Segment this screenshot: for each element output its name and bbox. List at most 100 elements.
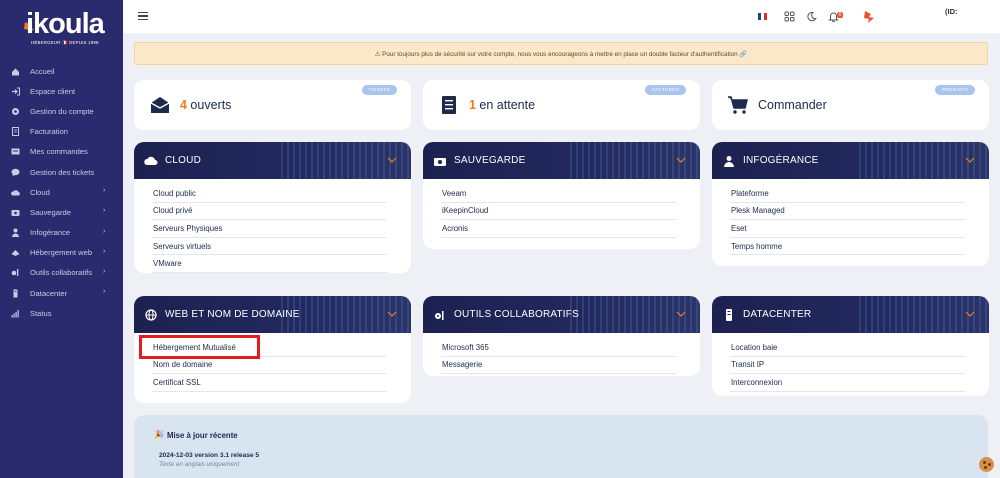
sidebar-item-espace-client[interactable]: Espace client xyxy=(0,81,123,101)
order-stat: Commander xyxy=(758,98,827,112)
sidebar-item-label: Espace client xyxy=(30,86,76,96)
card-title: INFOGÉRANCE xyxy=(743,155,819,166)
sidebar-item-label: Sauvegarde xyxy=(30,207,71,217)
envelope-icon xyxy=(150,97,170,113)
backup-icon xyxy=(434,158,446,166)
list-item[interactable]: Plateforme xyxy=(730,185,965,203)
home-icon xyxy=(12,68,19,76)
chevron-down-icon[interactable] xyxy=(387,155,397,165)
sidebar-item-mes-commandes[interactable]: Mes commandes xyxy=(0,142,123,162)
sidebar-item-gestion-des-tickets[interactable]: Gestion des tickets xyxy=(0,162,123,182)
sidebar-item-label: Facturation xyxy=(30,127,68,137)
list-item[interactable]: Eset xyxy=(730,220,965,238)
sidebar-item-status[interactable]: Status xyxy=(0,303,123,323)
invoices-card[interactable]: 1 en attente FACTURES xyxy=(423,80,700,130)
avatar[interactable] xyxy=(863,9,876,24)
list-item[interactable]: Cloud privé xyxy=(152,203,387,221)
collab-card-header[interactable]: OUTILS COLLABORATIFS xyxy=(423,296,700,333)
chevron-down-icon[interactable] xyxy=(965,155,975,165)
server-icon xyxy=(726,309,732,321)
datacenter-links: Location baie Transit IP Interconnexion xyxy=(712,333,989,392)
logo-wordmark: ikoula xyxy=(26,8,105,40)
sidebar-item-facturation[interactable]: Facturation xyxy=(0,122,123,142)
backup-card: SAUVEGARDE Veeam iKeepinCloud Acronis xyxy=(423,142,700,249)
list-item[interactable]: Serveurs Physiques xyxy=(152,220,387,238)
sidebar: ikoula HÉBERGEUR 🇫🇷 DEPUIS 1998 Accueil E… xyxy=(0,0,123,478)
sidebar-item-label: Datacenter xyxy=(30,288,68,298)
list-item[interactable]: Serveurs virtuels xyxy=(152,238,387,256)
sidebar-item-sauvegarde[interactable]: Sauvegarde › xyxy=(0,202,123,222)
sidebar-item-datacenter[interactable]: Datacenter › xyxy=(0,283,123,303)
notification-badge: 0 xyxy=(837,12,843,18)
signal-icon xyxy=(11,309,19,318)
tickets-card[interactable]: 4 ouverts TICKETS xyxy=(134,80,411,130)
sidebar-item-cloud[interactable]: Cloud › xyxy=(0,182,123,202)
card-title: WEB ET NOM DE DOMAINE xyxy=(165,309,300,320)
backup-card-header[interactable]: SAUVEGARDE xyxy=(423,142,700,179)
chevron-down-icon[interactable] xyxy=(676,309,686,319)
chevron-down-icon[interactable] xyxy=(676,155,686,165)
list-item[interactable]: Acronis xyxy=(441,220,676,238)
recent-update-panel: 🎉 Mise à jour récente 2024-12-03 version… xyxy=(134,415,988,478)
orders-icon xyxy=(11,148,20,155)
list-item[interactable]: Plesk Managed xyxy=(730,203,965,221)
invoice-icon xyxy=(12,127,19,137)
backup-icon xyxy=(11,209,20,216)
tickets-badge[interactable]: TICKETS xyxy=(361,85,397,95)
sidebar-item-hébergement-web[interactable]: Hébergement web › xyxy=(0,243,123,263)
list-item[interactable]: Interconnexion xyxy=(730,374,965,392)
card-title: SAUVEGARDE xyxy=(454,155,526,166)
hamburger-icon[interactable] xyxy=(138,12,148,20)
card-title: CLOUD xyxy=(165,155,202,166)
2fa-alert[interactable]: ⚠ Pour toujours plus de sécurité sur vot… xyxy=(134,42,988,65)
sidebar-item-infogérance[interactable]: Infogérance › xyxy=(0,223,123,243)
list-item[interactable]: Messagerie xyxy=(441,357,676,375)
french-flag-icon[interactable] xyxy=(758,13,767,20)
list-item[interactable]: Certificat SSL xyxy=(152,374,387,392)
invoices-badge[interactable]: FACTURES xyxy=(645,85,686,95)
list-item[interactable]: Nom de domaine xyxy=(152,357,387,375)
list-item[interactable]: Cloud public xyxy=(152,185,387,203)
apps-grid-icon[interactable] xyxy=(784,11,795,22)
highlight-box xyxy=(139,335,260,359)
sidebar-item-label: Mes commandes xyxy=(30,147,88,157)
chevron-right-icon: › xyxy=(103,288,106,296)
user-tie-icon xyxy=(12,228,19,238)
list-item[interactable]: Temps homme xyxy=(730,238,965,256)
cloud-card: CLOUD Cloud public Cloud privé Serveurs … xyxy=(134,142,411,273)
update-note: Texte en anglais uniquement xyxy=(159,461,240,468)
sidebar-item-outils-collaboratifs[interactable]: Outils collaboratifs › xyxy=(0,263,123,283)
list-item[interactable]: iKeepinCloud xyxy=(441,203,676,221)
list-item[interactable]: Transit IP xyxy=(730,357,965,375)
sidebar-item-label: Gestion du compte xyxy=(30,106,94,116)
cloud-card-header[interactable]: CLOUD xyxy=(134,142,411,179)
chevron-right-icon: › xyxy=(103,187,106,195)
party-icon: 🎉 xyxy=(154,430,164,439)
datacenter-card-header[interactable]: DATACENTER xyxy=(712,296,989,333)
card-title: DATACENTER xyxy=(743,309,812,320)
list-item[interactable]: Veeam xyxy=(441,185,676,203)
sidebar-item-gestion-du-compte[interactable]: Gestion du compte xyxy=(0,101,123,121)
list-item[interactable]: VMware xyxy=(152,255,387,273)
sidebar-item-label: Cloud xyxy=(30,187,50,197)
sidebar-item-label: Outils collaboratifs xyxy=(30,268,93,278)
chevron-down-icon[interactable] xyxy=(965,309,975,319)
cookie-icon[interactable] xyxy=(979,457,994,472)
chevron-right-icon: › xyxy=(103,227,106,235)
order-card[interactable]: Commander PRODUITS xyxy=(712,80,989,130)
web-domain-card-header[interactable]: WEB ET NOM DE DOMAINE xyxy=(134,296,411,333)
products-badge[interactable]: PRODUITS xyxy=(934,85,975,95)
sidebar-item-accueil[interactable]: Accueil xyxy=(0,61,123,81)
sidebar-nav: Accueil Espace client Gestion du compte Fac… xyxy=(0,61,123,323)
list-item[interactable]: Location baie xyxy=(730,339,965,357)
chat-icon xyxy=(11,168,20,177)
managed-card-header[interactable]: INFOGÉRANCE xyxy=(712,142,989,179)
list-item[interactable]: Microsoft 365 xyxy=(441,339,676,357)
invoices-stat: 1 en attente xyxy=(469,98,536,112)
tickets-stat: 4 ouverts xyxy=(180,98,232,112)
chevron-down-icon[interactable] xyxy=(387,309,397,319)
moon-icon[interactable] xyxy=(806,11,817,22)
cloud-icon xyxy=(11,189,20,196)
chevron-right-icon: › xyxy=(103,207,106,215)
managed-links: Plateforme Plesk Managed Eset Temps homm… xyxy=(712,179,989,256)
